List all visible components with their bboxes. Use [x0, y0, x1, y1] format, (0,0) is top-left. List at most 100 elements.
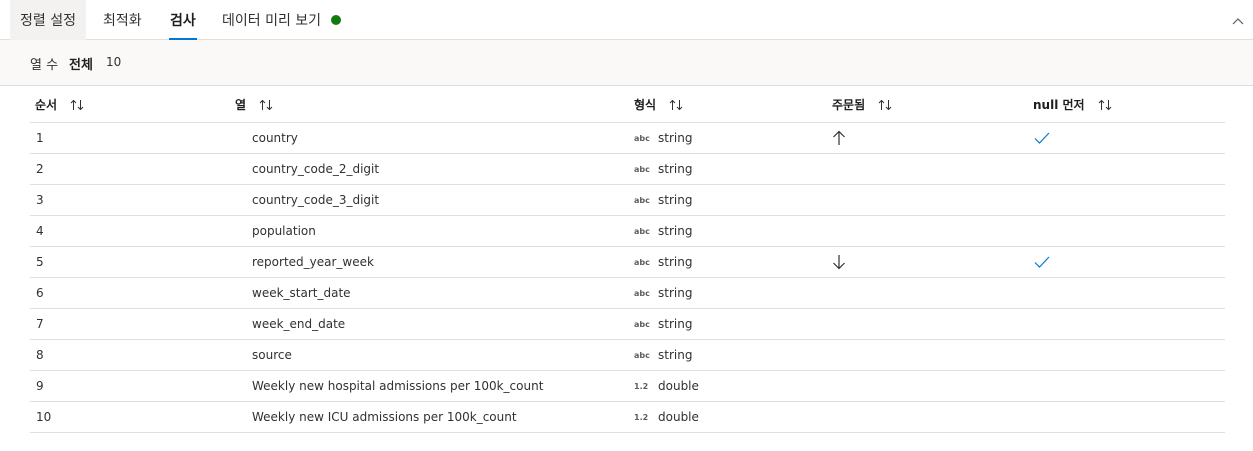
header-order: 순서	[35, 96, 84, 113]
cell-column-name: country_code_3_digit	[252, 193, 380, 207]
header-label: 열	[235, 98, 247, 112]
tab-label: 검사	[170, 13, 196, 29]
column-count-total-label: 전체	[69, 58, 93, 73]
cell-column-name: reported_year_week	[252, 255, 374, 269]
tab-data-preview[interactable]: 데이터 미리 보기	[222, 0, 342, 40]
type-string-icon: abc	[634, 257, 650, 267]
header-label: 순서	[35, 98, 58, 112]
header-sorted: 주문됨	[832, 96, 892, 113]
cell-order: 3	[36, 193, 44, 207]
cell-type: 1.2 double	[634, 371, 699, 401]
cell-order: 8	[36, 348, 44, 362]
type-string-icon: abc	[634, 319, 650, 329]
table-row: 1 country abc string	[30, 123, 1225, 154]
sort-toggle-icon[interactable]	[259, 99, 273, 111]
cell-column-name: source	[252, 348, 292, 362]
table-row: 3 country_code_3_digit abc string	[30, 185, 1225, 216]
type-label: double	[658, 410, 699, 424]
type-label: string	[658, 131, 693, 145]
cell-order: 4	[36, 224, 44, 238]
type-string-icon: abc	[634, 350, 650, 360]
checkmark-icon	[1034, 132, 1050, 144]
sort-toggle-icon[interactable]	[878, 99, 892, 111]
tab-bar: 정렬 설정 최적화 검사 데이터 미리 보기	[0, 0, 1253, 40]
cell-order: 5	[36, 255, 44, 269]
table-body: 1 country abc string 2 country_code_2_digit ab…	[30, 123, 1225, 433]
cell-type: abc string	[634, 185, 692, 215]
cell-type: abc string	[634, 278, 692, 308]
cell-order: 2	[36, 162, 44, 176]
tab-inspect[interactable]: 검사	[169, 0, 197, 40]
type-label: string	[658, 255, 693, 269]
type-string-icon: abc	[634, 226, 650, 236]
cell-column-name: population	[252, 224, 316, 238]
cell-column-name: country_code_2_digit	[252, 162, 380, 176]
chevron-up-icon	[1232, 18, 1244, 25]
cell-nulls-first	[1034, 247, 1050, 277]
cell-order: 9	[36, 379, 44, 393]
type-number-icon: 1.2	[634, 381, 649, 391]
header-label: 형식	[634, 98, 657, 112]
checkmark-icon	[1034, 256, 1050, 268]
type-label: double	[658, 379, 699, 393]
sort-toggle-icon[interactable]	[669, 99, 683, 111]
type-string-icon: abc	[634, 195, 650, 205]
cell-type: abc string	[634, 123, 692, 153]
cell-column-name: Weekly new ICU admissions per 100k_count	[252, 410, 517, 424]
cell-type: abc string	[634, 340, 692, 370]
cell-order: 6	[36, 286, 44, 300]
table-row: 2 country_code_2_digit abc string	[30, 154, 1225, 185]
cell-nulls-first	[1034, 123, 1050, 153]
sort-descending-icon	[832, 254, 846, 270]
cell-sorted	[832, 247, 846, 277]
summary-bar: 열 수 전체 10	[0, 40, 1253, 86]
header-type: 형식	[634, 96, 683, 113]
header-label: 주문됨	[832, 98, 866, 112]
cell-type: 1.2 double	[634, 402, 699, 432]
cell-order: 10	[36, 410, 52, 424]
inspect-table: 순서 열 형식 주문됨 null 먼저 1 country abc string 2 co…	[30, 86, 1225, 433]
column-count-label: 열 수	[30, 58, 59, 73]
cell-order: 1	[36, 131, 44, 145]
sort-toggle-icon[interactable]	[1098, 99, 1112, 111]
table-row: 5 reported_year_week abc string	[30, 247, 1225, 278]
cell-type: abc string	[634, 154, 692, 184]
collapse-panel-button[interactable]	[1229, 12, 1247, 30]
header-nulls-first: null 먼저	[1033, 96, 1112, 113]
header-label: null 먼저	[1033, 98, 1085, 112]
cell-column-name: week_start_date	[252, 286, 351, 300]
table-row: 8 source abc string	[30, 340, 1225, 371]
table-row: 10 Weekly new ICU admissions per 100k_cou…	[30, 402, 1225, 433]
header-column: 열	[235, 96, 273, 113]
type-label: string	[658, 317, 693, 331]
table-row: 9 Weekly new hospital admissions per 100k…	[30, 371, 1225, 402]
cell-type: abc string	[634, 309, 692, 339]
table-row: 6 week_start_date abc string	[30, 278, 1225, 309]
type-label: string	[658, 224, 693, 238]
type-label: string	[658, 193, 693, 207]
table-header: 순서 열 형식 주문됨 null 먼저	[30, 86, 1225, 123]
type-string-icon: abc	[634, 164, 650, 174]
type-string-icon: abc	[634, 288, 650, 298]
type-number-icon: 1.2	[634, 412, 649, 422]
type-string-icon: abc	[634, 133, 650, 143]
status-ok-icon	[331, 15, 342, 25]
type-label: string	[658, 348, 693, 362]
cell-column-name: Weekly new hospital admissions per 100k_…	[252, 379, 544, 393]
type-label: string	[658, 286, 693, 300]
tab-label: 데이터 미리 보기	[222, 13, 322, 29]
tab-label: 최적화	[103, 13, 142, 29]
sort-toggle-icon[interactable]	[70, 99, 84, 111]
table-row: 4 population abc string	[30, 216, 1225, 247]
tab-sort-settings[interactable]: 정렬 설정	[10, 0, 86, 40]
cell-sorted	[832, 123, 846, 153]
cell-type: abc string	[634, 247, 692, 277]
column-count-value: 10	[106, 55, 122, 69]
tab-optimize[interactable]: 최적화	[103, 0, 142, 40]
cell-order: 7	[36, 317, 44, 331]
sort-ascending-icon	[832, 130, 846, 146]
type-label: string	[658, 162, 693, 176]
cell-column-name: country	[252, 131, 298, 145]
cell-column-name: week_end_date	[252, 317, 346, 331]
table-row: 7 week_end_date abc string	[30, 309, 1225, 340]
